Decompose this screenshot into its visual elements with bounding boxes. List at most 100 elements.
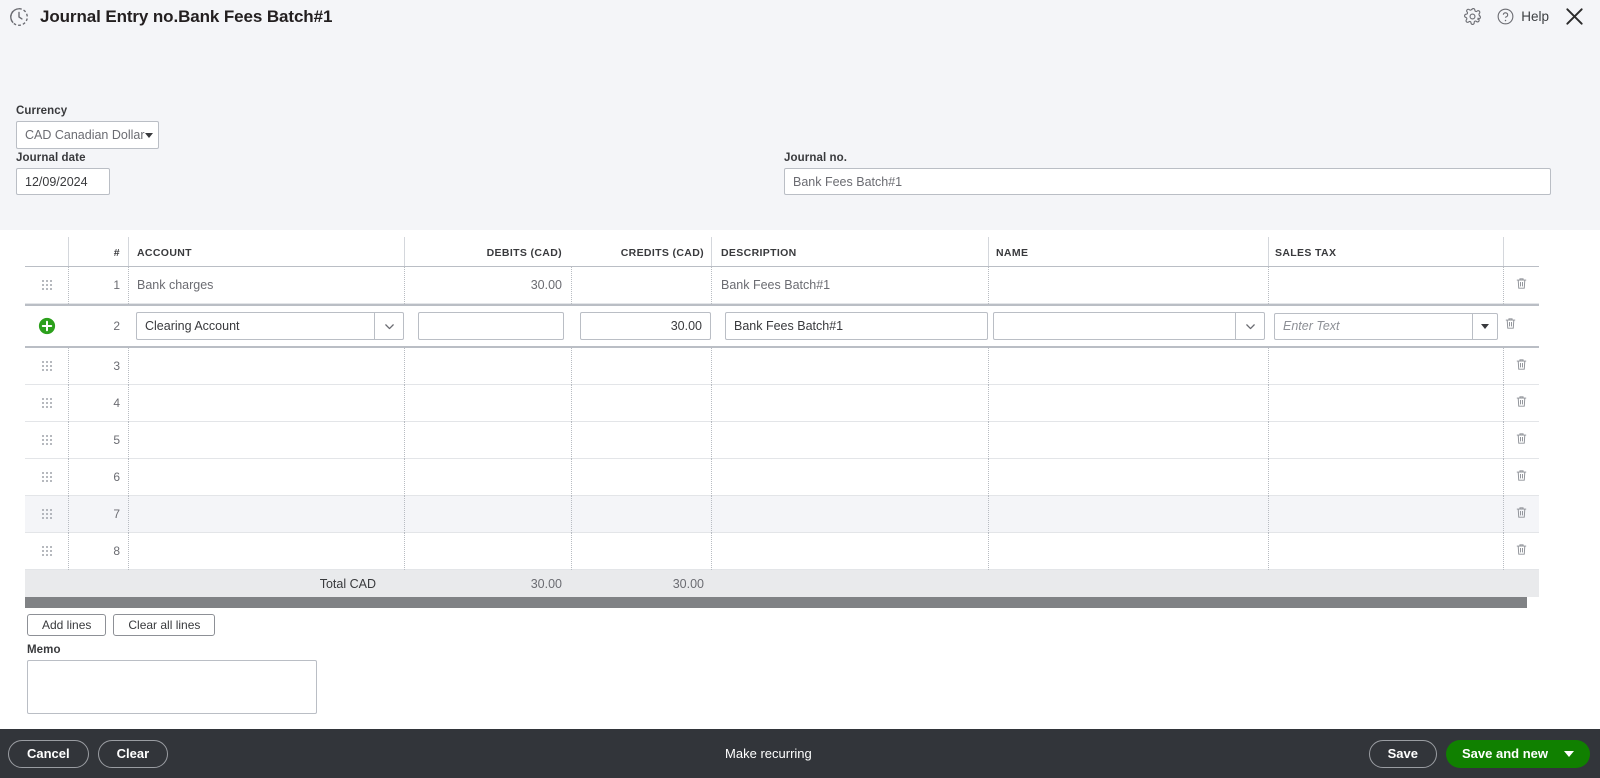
add-lines-button[interactable]: Add lines [27, 614, 107, 636]
row-credits[interactable] [571, 532, 711, 570]
row-name[interactable] [988, 532, 1268, 570]
journal-date-input[interactable] [16, 168, 110, 195]
row-drag-handle[interactable] [25, 533, 68, 570]
account-combobox[interactable] [136, 312, 404, 340]
row-sales-tax[interactable] [1268, 266, 1503, 304]
row-sales-tax[interactable] [1268, 384, 1503, 422]
trash-icon[interactable] [1514, 276, 1529, 294]
name-input[interactable] [994, 313, 1235, 339]
table-row[interactable]: 4 [25, 384, 1539, 422]
drag-handle-icon[interactable] [42, 471, 52, 483]
row-delete-button[interactable] [1503, 421, 1539, 459]
close-icon[interactable] [1563, 5, 1586, 28]
credits-input[interactable] [581, 313, 710, 339]
memo-textarea[interactable] [27, 660, 317, 714]
trash-icon[interactable] [1514, 431, 1529, 449]
row-account[interactable]: Bank charges [128, 266, 404, 304]
trash-icon[interactable] [1514, 505, 1529, 523]
trash-icon[interactable] [1514, 357, 1529, 375]
row-debits[interactable] [404, 421, 571, 459]
row-drag-handle[interactable] [25, 385, 68, 422]
active-editing-row[interactable]: 2 [25, 304, 1539, 348]
row-description[interactable] [711, 458, 988, 496]
account-dropdown-button[interactable] [374, 313, 403, 339]
row-delete-button[interactable] [1503, 458, 1539, 496]
trash-icon[interactable] [1514, 394, 1529, 412]
row-debits[interactable] [404, 495, 571, 533]
trash-icon[interactable] [1514, 542, 1529, 560]
make-recurring-button[interactable]: Make recurring [719, 745, 818, 762]
row-description[interactable] [711, 347, 988, 385]
row-debits[interactable] [404, 347, 571, 385]
debits-input[interactable] [419, 313, 563, 339]
row-description[interactable] [711, 532, 988, 570]
save-and-new-button[interactable]: Save and new [1446, 739, 1590, 768]
row-delete-button[interactable] [1503, 384, 1539, 422]
table-row[interactable]: 5 [25, 421, 1539, 459]
row-credits[interactable] [571, 266, 711, 304]
row-sales-tax[interactable] [1268, 495, 1503, 533]
row-description[interactable] [711, 421, 988, 459]
drag-handle-icon[interactable] [42, 434, 52, 446]
credits-field[interactable] [580, 312, 711, 340]
row-drag-handle[interactable] [25, 422, 68, 459]
drag-handle-icon[interactable] [42, 545, 52, 557]
row-credits[interactable] [571, 347, 711, 385]
row-name[interactable] [988, 384, 1268, 422]
row-delete-button[interactable] [1503, 495, 1539, 533]
drag-handle-icon[interactable] [42, 360, 52, 372]
row-name[interactable] [988, 458, 1268, 496]
description-field[interactable] [725, 312, 988, 340]
row-debits[interactable] [404, 532, 571, 570]
row-name[interactable] [988, 495, 1268, 533]
active-row-delete-button[interactable] [1503, 304, 1539, 348]
row-credits[interactable] [571, 384, 711, 422]
row-name[interactable] [988, 266, 1268, 304]
horizontal-scrollbar[interactable] [25, 597, 1527, 608]
sales-tax-dropdown-button[interactable] [1472, 313, 1497, 339]
name-combobox[interactable] [993, 312, 1265, 340]
row-credits[interactable] [571, 421, 711, 459]
journal-no-input[interactable] [784, 168, 1551, 195]
row-description[interactable] [711, 384, 988, 422]
active-credits-cell[interactable] [571, 304, 711, 348]
name-dropdown-button[interactable] [1235, 313, 1264, 339]
help-label[interactable]: Help [1521, 9, 1549, 24]
save-button[interactable]: Save [1368, 739, 1438, 768]
active-account-cell[interactable] [128, 304, 404, 348]
add-circle-icon[interactable] [38, 317, 56, 335]
gear-icon[interactable] [1463, 7, 1482, 26]
table-row[interactable]: 1 Bank charges 30.00 Bank Fees Batch#1 [25, 266, 1539, 304]
table-row[interactable]: 3 [25, 347, 1539, 385]
row-drag-handle[interactable] [25, 267, 68, 304]
clear-button[interactable]: Clear [97, 739, 169, 768]
trash-icon[interactable] [1503, 316, 1518, 336]
active-debits-cell[interactable] [404, 304, 571, 348]
active-sales-tax-cell[interactable] [1268, 304, 1503, 348]
table-row[interactable]: 8 [25, 532, 1539, 570]
row-debits[interactable]: 30.00 [404, 266, 571, 304]
row-account[interactable] [128, 458, 404, 496]
row-description[interactable] [711, 495, 988, 533]
sales-tax-input[interactable] [1275, 313, 1472, 339]
row-drag-handle[interactable] [25, 496, 68, 533]
drag-handle-icon[interactable] [42, 397, 52, 409]
row-drag-handle[interactable] [25, 348, 68, 385]
row-account[interactable] [128, 421, 404, 459]
row-delete-button[interactable] [1503, 266, 1539, 304]
help-circle-icon[interactable] [1496, 7, 1515, 26]
row-delete-button[interactable] [1503, 347, 1539, 385]
row-account[interactable] [128, 347, 404, 385]
row-debits[interactable] [404, 384, 571, 422]
row-account[interactable] [128, 532, 404, 570]
row-name[interactable] [988, 347, 1268, 385]
trash-icon[interactable] [1514, 468, 1529, 486]
currency-select[interactable]: CAD Canadian Dollar [16, 121, 159, 149]
drag-handle-icon[interactable] [42, 508, 52, 520]
row-credits[interactable] [571, 495, 711, 533]
active-description-cell[interactable] [711, 304, 988, 348]
row-debits[interactable] [404, 458, 571, 496]
debits-field[interactable] [418, 312, 564, 340]
row-credits[interactable] [571, 458, 711, 496]
clear-all-lines-button[interactable]: Clear all lines [113, 614, 216, 636]
